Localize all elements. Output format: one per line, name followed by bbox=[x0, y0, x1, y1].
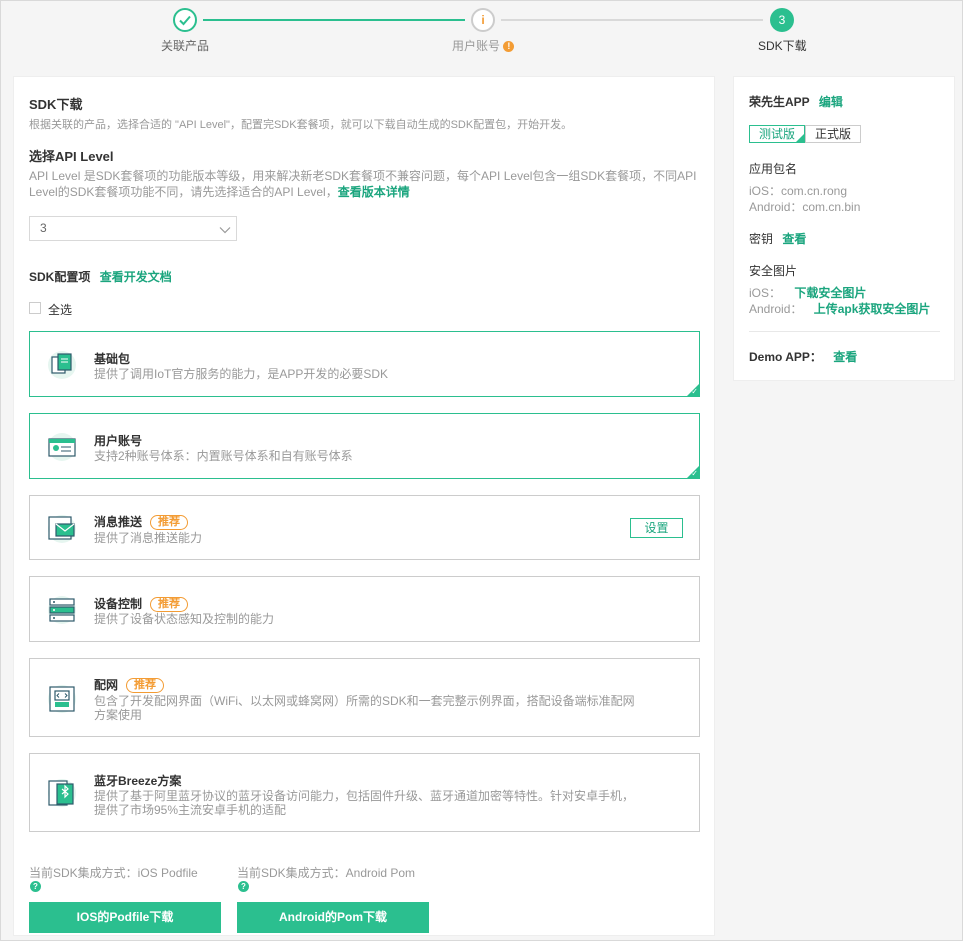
upload-apk-link[interactable]: 上传apk获取安全图片 bbox=[814, 302, 931, 316]
recommend-badge: 推荐 bbox=[126, 678, 165, 693]
demo-app-link[interactable]: 查看 bbox=[833, 350, 857, 364]
select-all-checkbox[interactable] bbox=[29, 302, 41, 314]
chevron-down-icon bbox=[218, 222, 232, 245]
card-desc: 提供了消息推送能力 bbox=[94, 531, 203, 545]
ios-podfile-download-button[interactable]: IOS的Podfile下载 bbox=[29, 902, 221, 933]
card-desc: 提供了调用IoT官方服务的能力，是APP开发的必要SDK bbox=[94, 367, 389, 381]
api-level-desc-line2: Level的SDK套餐项功能不同，请先选择适合的API Level，查看版本详情 bbox=[29, 185, 410, 199]
check-icon: ✓ bbox=[691, 387, 698, 396]
download-security-image-link[interactable]: 下载安全图片 bbox=[794, 286, 866, 300]
card-title: 设备控制 推荐 bbox=[94, 595, 189, 612]
page-frame: 关联产品 i 用户账号 ! 3 SDK下载 SDK下载 根据关联的产品，选择合适… bbox=[0, 0, 963, 941]
recommend-badge: 推荐 bbox=[150, 597, 189, 612]
select-all-label: 全选 bbox=[48, 303, 73, 317]
sdk-title: SDK下载 bbox=[29, 97, 83, 112]
security-image-title: 安全图片 bbox=[749, 264, 798, 278]
config-title: SDK配置项 查看开发文档 bbox=[29, 270, 172, 284]
api-level-title: 选择API Level bbox=[29, 149, 114, 164]
android-security-row: Android： 上传apk获取安全图片 bbox=[749, 302, 931, 316]
base-package-icon bbox=[46, 349, 78, 381]
step-1-check-icon bbox=[173, 8, 197, 32]
android-integration-method: 当前SDK集成方式：Android Pom bbox=[237, 866, 416, 880]
step-3-number: 3 bbox=[770, 8, 794, 32]
card-title: 用户账号 bbox=[94, 434, 143, 448]
card-desc-line1: 包含了开发配网界面（WiFi、以太网或蜂窝网）所需的SDK和一套完整示例界面，搭… bbox=[94, 694, 635, 708]
network-config-icon bbox=[46, 683, 78, 715]
api-level-select[interactable]: 3 bbox=[29, 216, 237, 241]
dev-docs-link[interactable]: 查看开发文档 bbox=[100, 270, 172, 284]
card-title: 配网 推荐 bbox=[94, 676, 165, 693]
bluetooth-icon bbox=[46, 777, 78, 809]
selected-corner bbox=[795, 133, 805, 143]
recommend-badge: 推荐 bbox=[150, 515, 189, 530]
message-push-icon bbox=[46, 513, 78, 545]
config-card-bluetooth[interactable]: 蓝牙Breeze方案 提供了基于阿里蓝牙协议的蓝牙设备访问能力，包括固件升级、蓝… bbox=[29, 753, 700, 832]
card-title: 消息推送 推荐 bbox=[94, 513, 189, 530]
package-title: 应用包名 bbox=[749, 162, 798, 176]
secret-key-row: 密钥 查看 bbox=[749, 232, 807, 246]
config-card-push[interactable]: 消息推送 推荐 提供了消息推送能力 设置 bbox=[29, 495, 700, 560]
step-1-label: 关联产品 bbox=[161, 39, 210, 53]
push-settings-button[interactable]: 设置 bbox=[630, 518, 683, 538]
step-3-label: SDK下载 bbox=[758, 39, 807, 53]
step-line-1 bbox=[203, 19, 465, 21]
version-detail-link[interactable]: 查看版本详情 bbox=[338, 185, 410, 199]
edit-app-link[interactable]: 编辑 bbox=[819, 95, 843, 109]
card-desc-line1: 提供了基于阿里蓝牙协议的蓝牙设备访问能力，包括固件升级、蓝牙通道加密等特性。针对… bbox=[94, 789, 635, 803]
ios-integration-method: 当前SDK集成方式：iOS Podfile bbox=[29, 866, 198, 880]
config-card-device-control[interactable]: 设备控制 推荐 提供了设备状态感知及控制的能力 bbox=[29, 576, 700, 642]
card-desc: 支持2种账号体系：内置账号体系和自有账号体系 bbox=[94, 449, 353, 463]
card-desc: 提供了设备状态感知及控制的能力 bbox=[94, 612, 275, 626]
config-card-network[interactable]: 配网 推荐 包含了开发配网界面（WiFi、以太网或蜂窝网）所需的SDK和一套完整示… bbox=[29, 658, 700, 737]
card-title: 基础包 bbox=[94, 352, 131, 366]
card-desc-line2: 提供了市场95%主流安卓手机的适配 bbox=[94, 803, 287, 817]
check-icon: ✓ bbox=[691, 469, 698, 478]
device-control-icon bbox=[46, 594, 78, 626]
api-level-desc-line1: API Level 是SDK套餐项的功能版本等级，用来解决新老SDK套餐项不兼容… bbox=[29, 169, 697, 183]
step-2-warning-icon: i bbox=[471, 8, 495, 32]
sdk-description: 根据关联的产品，选择合适的 "API Level"，配置完SDK套餐项，就可以下… bbox=[29, 119, 573, 131]
android-package-name: Android：com.cn.bin bbox=[749, 200, 861, 214]
env-prod-button[interactable]: 正式版 bbox=[805, 125, 861, 143]
progress-steps: 关联产品 i 用户账号 ! 3 SDK下载 bbox=[1, 1, 963, 63]
ios-security-row: iOS： 下载安全图片 bbox=[749, 286, 867, 300]
config-card-base[interactable]: 基础包 提供了调用IoT官方服务的能力，是APP开发的必要SDK ✓ bbox=[29, 331, 700, 397]
demo-app-row: Demo APP： 查看 bbox=[749, 350, 858, 364]
android-pom-download-button[interactable]: Android的Pom下载 bbox=[237, 902, 429, 933]
sdk-download-panel: SDK下载 根据关联的产品，选择合适的 "API Level"，配置完SDK套餐… bbox=[13, 76, 715, 936]
step-line-2 bbox=[501, 19, 763, 21]
api-level-value: 3 bbox=[40, 221, 47, 235]
config-card-account[interactable]: 用户账号 支持2种账号体系：内置账号体系和自有账号体系 ✓ bbox=[29, 413, 700, 479]
ios-package-name: iOS：com.cn.rong bbox=[749, 184, 848, 198]
divider bbox=[749, 331, 940, 332]
user-account-icon bbox=[46, 431, 78, 463]
help-icon[interactable]: ? bbox=[30, 881, 41, 892]
app-name: 荣先生APP 编辑 bbox=[749, 95, 843, 109]
warning-dot-icon: ! bbox=[503, 41, 515, 52]
help-icon[interactable]: ? bbox=[238, 881, 249, 892]
step-2-label: 用户账号 ! bbox=[452, 37, 515, 54]
card-desc-line2: 方案使用 bbox=[94, 708, 143, 722]
card-title: 蓝牙Breeze方案 bbox=[94, 774, 182, 788]
view-secret-link[interactable]: 查看 bbox=[782, 232, 806, 246]
app-info-panel: 荣先生APP 编辑 测试版 正式版 应用包名 iOS：com.cn.rong A… bbox=[733, 76, 955, 381]
